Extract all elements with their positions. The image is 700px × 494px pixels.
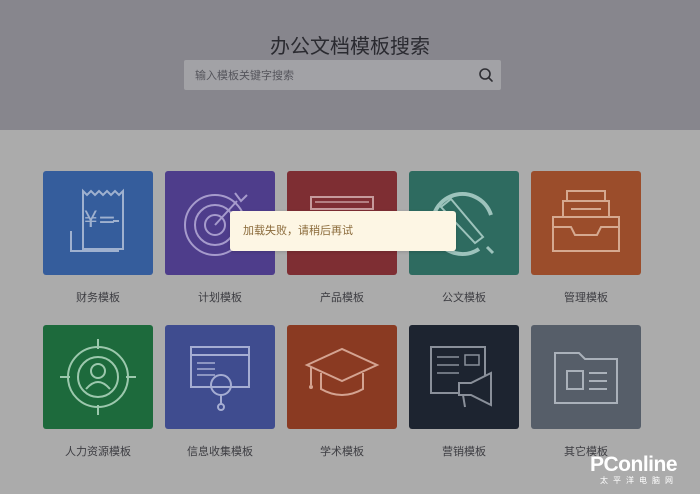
category-tile-hr[interactable] [43, 325, 153, 429]
category-label: 财务模板 [76, 291, 120, 304]
search-input[interactable] [184, 60, 464, 90]
category-label: 产品模板 [320, 291, 364, 304]
megaphone-icon [430, 346, 492, 408]
header-banner: 办公文档模板搜索 [0, 0, 700, 130]
receipt-icon: ¥= [70, 188, 124, 252]
watermark-brand: PConline [590, 453, 678, 476]
category-tile-info-collect[interactable] [165, 325, 275, 429]
category-tile-other[interactable] [531, 325, 641, 429]
category-tile-finance[interactable]: ¥= [43, 171, 153, 275]
search-button[interactable] [477, 66, 495, 84]
svg-text:¥=: ¥= [84, 208, 116, 233]
file-tray-icon [552, 190, 620, 252]
graduation-cap-icon [304, 347, 380, 396]
folder-icon [554, 352, 618, 404]
watermark-sub: 太平洋电脑网 [600, 476, 678, 485]
category-label: 学术模板 [320, 445, 364, 458]
category-label: 营销模板 [442, 445, 486, 458]
page-title: 办公文档模板搜索 [270, 34, 430, 58]
category-label: 信息收集模板 [187, 445, 253, 458]
search-document-icon [190, 346, 250, 411]
search-icon [479, 68, 493, 82]
search-box [184, 60, 501, 90]
category-label: 人力资源模板 [65, 445, 131, 458]
error-toast: 加载失败，请稍后再试 [230, 211, 456, 251]
category-label: 管理模板 [564, 291, 608, 304]
category-tile-management[interactable] [531, 171, 641, 275]
category-tile-academic[interactable] [287, 325, 397, 429]
person-target-icon [60, 339, 136, 415]
watermark-logo: PConline 太平洋电脑网 [590, 454, 700, 486]
category-tile-marketing[interactable] [409, 325, 519, 429]
category-label: 公文模板 [442, 291, 486, 304]
category-label: 计划模板 [198, 291, 242, 304]
